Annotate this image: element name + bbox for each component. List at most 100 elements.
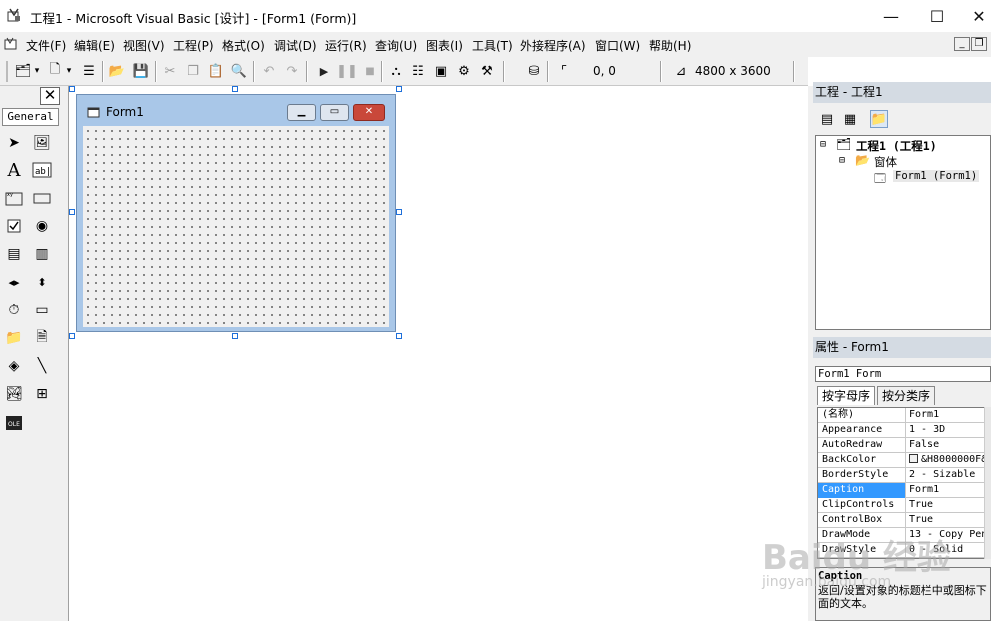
mdi-minimize-button[interactable]: _ [954, 37, 970, 51]
tree-form1-item[interactable]: Form1 (Form1) [893, 170, 980, 182]
optionbutton-tool-icon[interactable]: ◉ [31, 215, 53, 237]
hscrollbar-tool-icon[interactable]: ◂▸ [3, 271, 25, 293]
properties-window-icon[interactable]: ☷ [409, 62, 427, 80]
toolbox-splitter[interactable] [62, 86, 69, 621]
toolbox-icon[interactable]: ⚒ [478, 62, 496, 80]
property-value[interactable]: 1 - 3D [907, 423, 987, 438]
tree-collapse-icon[interactable]: ⊟ [820, 139, 826, 150]
property-value[interactable]: 2 - Sizable [907, 468, 987, 483]
property-value[interactable]: False [907, 438, 987, 453]
menu-edit[interactable]: 编辑(E) [74, 37, 115, 54]
resize-handle-n[interactable] [232, 86, 238, 92]
property-value[interactable]: True [907, 498, 987, 513]
property-value[interactable]: Form1 [907, 408, 987, 423]
break-icon[interactable]: ❚❚ [336, 62, 358, 80]
property-row[interactable]: BorderStyle 2 - Sizable [818, 468, 990, 483]
open-project-icon[interactable]: 📂 [108, 62, 126, 80]
resize-handle-sw[interactable] [69, 333, 75, 339]
minimize-button[interactable]: — [868, 0, 914, 32]
ole-tool-icon[interactable]: OLE [3, 412, 25, 434]
add-form-icon[interactable]: 🗋 [46, 62, 64, 80]
resize-handle-e[interactable] [396, 209, 402, 215]
menu-tools[interactable]: 工具(T) [472, 37, 513, 54]
property-row[interactable]: AutoRedraw False [818, 438, 990, 453]
filelistbox-tool-icon[interactable]: 🗎 [31, 327, 53, 349]
shape-tool-icon[interactable]: ◈ [3, 355, 25, 377]
menu-addins[interactable]: 外接程序(A) [520, 37, 586, 54]
property-row[interactable]: Appearance 1 - 3D [818, 423, 990, 438]
cut-icon[interactable]: ✂ [161, 62, 179, 80]
add-project-dropdown-icon[interactable]: ▾ [32, 62, 42, 80]
textbox-tool-icon[interactable]: ab| [31, 159, 53, 181]
label-tool-icon[interactable]: A [3, 159, 25, 181]
tab-categorized[interactable]: 按分类序 [877, 386, 936, 405]
undo-icon[interactable]: ↶ [260, 62, 278, 80]
form-doc-icon[interactable] [4, 37, 18, 51]
mdi-restore-button[interactable]: ❐ [971, 37, 987, 51]
menu-project[interactable]: 工程(P) [173, 37, 214, 54]
project-explorer-icon[interactable]: ⛬ [387, 62, 405, 80]
pointer-tool-icon[interactable]: ➤ [3, 132, 25, 154]
timer-tool-icon[interactable]: ⏱ [3, 299, 25, 321]
property-row[interactable]: BackColor &H8000000F& [818, 453, 990, 468]
menu-window[interactable]: 窗口(W) [595, 37, 640, 54]
save-project-icon[interactable]: 💾 [132, 62, 150, 80]
listbox-tool-icon[interactable]: ▥ [31, 243, 53, 265]
view-object-icon[interactable]: ▦ [841, 110, 859, 128]
resize-handle-nw[interactable] [69, 86, 75, 92]
resize-handle-w[interactable] [69, 209, 75, 215]
menu-editor-icon[interactable]: ☰ [80, 62, 98, 80]
property-row[interactable]: ClipControls True [818, 498, 990, 513]
find-icon[interactable]: 🔍 [230, 62, 248, 80]
menu-debug[interactable]: 调试(D) [274, 37, 317, 54]
drivelistbox-tool-icon[interactable]: ▭ [31, 299, 53, 321]
start-icon[interactable]: ▶ [315, 62, 333, 80]
menu-help[interactable]: 帮助(H) [649, 37, 691, 54]
menu-view[interactable]: 视图(V) [123, 37, 165, 54]
object-browser-icon[interactable]: ⚙ [455, 62, 473, 80]
end-icon[interactable]: ■ [361, 62, 379, 80]
property-row[interactable]: ControlBox True [818, 513, 990, 528]
vscrollbar-tool-icon[interactable]: ⬍ [31, 271, 53, 293]
image-tool-icon[interactable]: 🏞 [3, 383, 25, 405]
object-selector[interactable]: Form1 Form [815, 366, 991, 382]
properties-scrollbar[interactable] [984, 407, 991, 559]
commandbutton-tool-icon[interactable] [31, 187, 53, 209]
menu-file[interactable]: 文件(F) [26, 37, 66, 54]
tree-project-root[interactable]: 工程1 (工程1) [856, 138, 937, 154]
add-form-dropdown-icon[interactable]: ▾ [64, 62, 74, 80]
close-button[interactable]: ✕ [956, 0, 991, 32]
add-project-icon[interactable]: 🗂 [14, 62, 32, 80]
dirlistbox-tool-icon[interactable]: 📁 [3, 327, 25, 349]
menu-query[interactable]: 查询(U) [375, 37, 417, 54]
property-value[interactable]: Form1 [907, 483, 987, 498]
toolbox-close-button[interactable]: ✕ [40, 87, 60, 105]
toggle-folders-icon[interactable]: 📁 [870, 110, 888, 128]
tree-collapse-icon[interactable]: ⊟ [839, 155, 845, 166]
form-layout-icon[interactable]: ▣ [432, 62, 450, 80]
paste-icon[interactable]: 📋 [207, 62, 225, 80]
form-close-button[interactable]: ✕ [353, 104, 385, 121]
form-maximize-button[interactable]: ▭ [320, 104, 349, 121]
line-tool-icon[interactable]: ╲ [31, 355, 53, 377]
menu-format[interactable]: 格式(O) [222, 37, 265, 54]
resize-handle-se[interactable] [396, 333, 402, 339]
view-code-icon[interactable]: ▤ [818, 110, 836, 128]
tree-forms-folder[interactable]: 窗体 [874, 154, 897, 170]
redo-icon[interactable]: ↷ [283, 62, 301, 80]
data-view-icon[interactable]: ⛁ [525, 62, 543, 80]
tab-alphabetic[interactable]: 按字母序 [817, 386, 876, 405]
property-value[interactable]: &H8000000F& [907, 453, 987, 468]
checkbox-tool-icon[interactable] [3, 215, 25, 237]
picturebox-tool-icon[interactable]: 🖼 [31, 132, 53, 154]
property-value[interactable]: True [907, 513, 987, 528]
menu-run[interactable]: 运行(R) [325, 37, 367, 54]
data-tool-icon[interactable]: ⊞ [31, 383, 53, 405]
menu-diagram[interactable]: 图表(I) [426, 37, 463, 54]
combobox-tool-icon[interactable]: ▤ [3, 243, 25, 265]
property-row[interactable]: (名称) Form1 [818, 408, 990, 423]
toolbox-tab-general[interactable]: General [2, 108, 59, 126]
frame-tool-icon[interactable]: xy [3, 187, 25, 209]
maximize-button[interactable]: ☐ [914, 0, 960, 32]
copy-icon[interactable]: ❐ [184, 62, 202, 80]
